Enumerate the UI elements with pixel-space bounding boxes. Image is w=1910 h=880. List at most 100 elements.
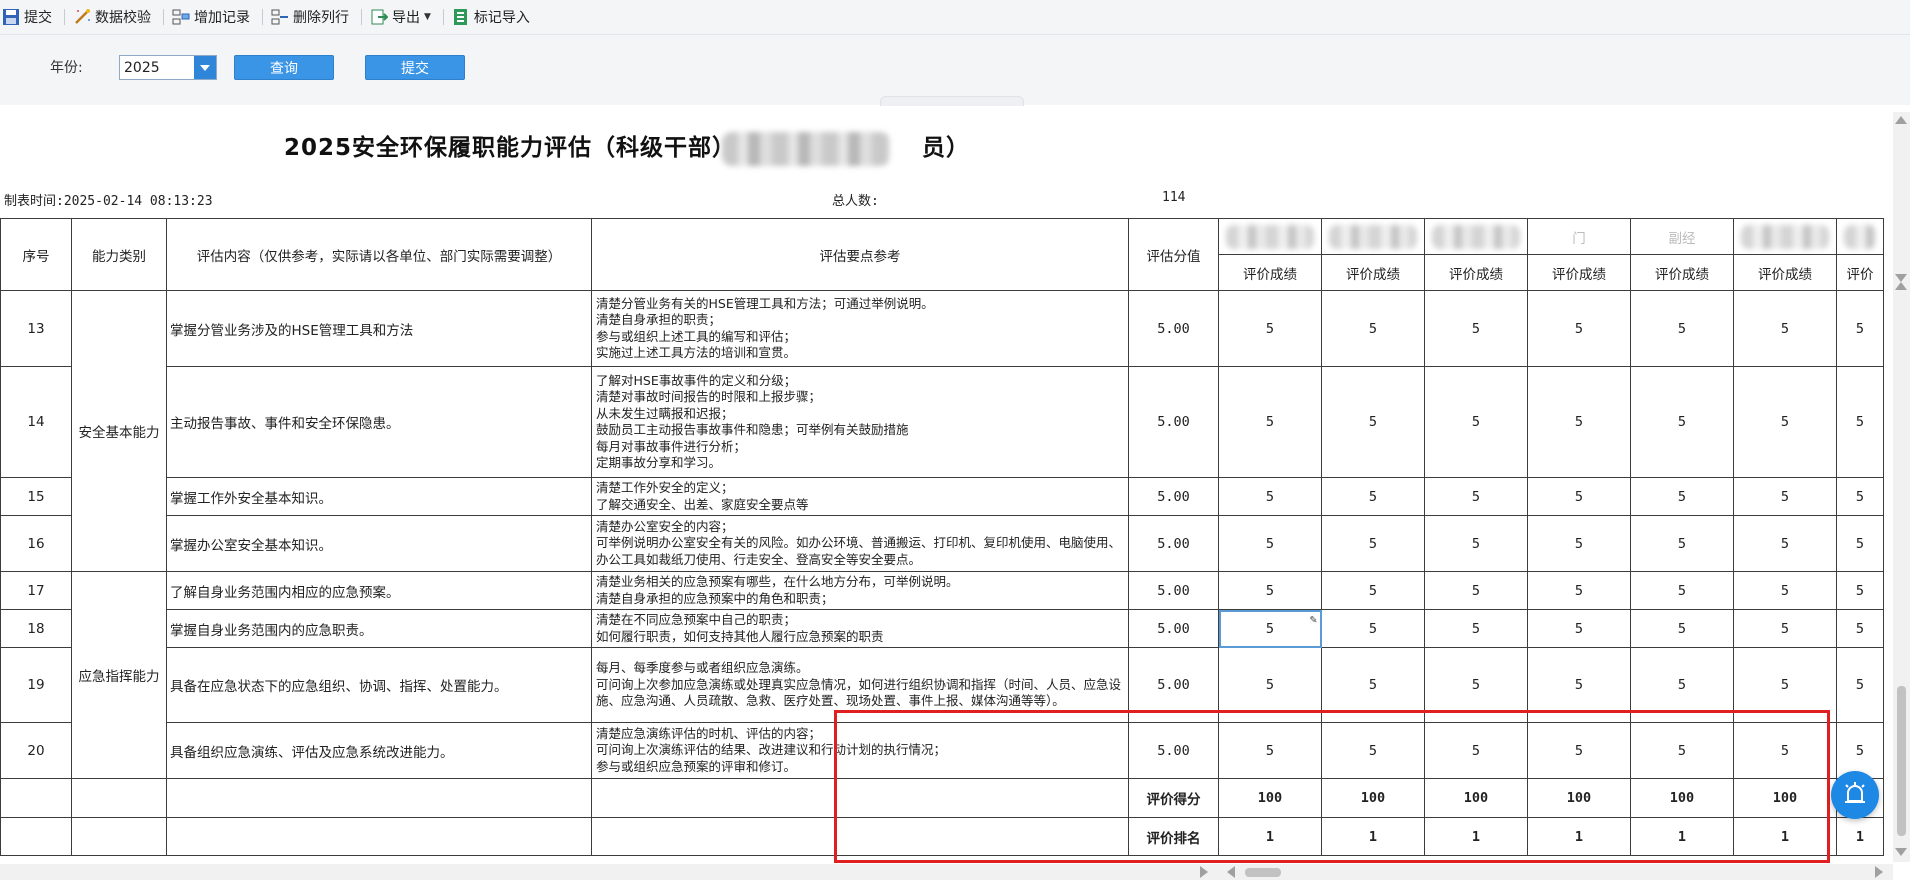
grade-cell[interactable]: 5: [1630, 571, 1734, 610]
horizontal-scrollbar-right[interactable]: [1215, 864, 1893, 880]
grade-cell[interactable]: 5: [1630, 366, 1734, 478]
toolbar-divider: [163, 9, 164, 25]
grade-cell[interactable]: 5: [1321, 609, 1425, 648]
grade-cell[interactable]: 5: [1218, 366, 1322, 478]
query-button[interactable]: 查询: [234, 55, 334, 80]
collapse-handle[interactable]: [880, 96, 1024, 106]
grade-cell[interactable]: 5: [1630, 477, 1734, 516]
grade-cell[interactable]: 5: [1424, 477, 1528, 516]
scroll-right-icon[interactable]: [1200, 866, 1208, 878]
mark-import-button[interactable]: 标记导入: [450, 0, 536, 34]
grade-cell[interactable]: 5: [1218, 290, 1322, 367]
grade-cell[interactable]: 5: [1630, 290, 1734, 367]
created-value: 2025-02-14 08:13:23: [63, 194, 213, 209]
scroll-left-icon[interactable]: [1227, 866, 1235, 878]
empty-cell: [71, 817, 167, 856]
grade-cell[interactable]: 5: [1527, 515, 1631, 572]
pencil-icon[interactable]: ✎: [1310, 612, 1317, 626]
summary-score-label: 评价得分: [1128, 778, 1219, 818]
grade-cell[interactable]: 5: [1424, 366, 1528, 478]
table-row: 20 具备组织应急演练、评估及应急系统改进能力。 清楚应急演练评估的时机、评估的…: [0, 722, 1884, 779]
grade-cell[interactable]: 5: [1218, 571, 1322, 610]
scrollbar-thumb[interactable]: [1245, 868, 1281, 877]
submit-tool-button[interactable]: 提交: [0, 0, 58, 34]
grade-cell[interactable]: 5: [1733, 290, 1837, 367]
grade-cell[interactable]: 5: [1321, 366, 1425, 478]
year-select[interactable]: 2025: [119, 55, 217, 80]
grade-cell[interactable]: 5: [1218, 722, 1322, 779]
grade-cell[interactable]: 5: [1424, 722, 1528, 779]
add-record-label: 增加记录: [194, 10, 250, 26]
grade-cell[interactable]: 5: [1424, 515, 1528, 572]
grade-cell[interactable]: 5: [1836, 571, 1884, 610]
delete-row-button[interactable]: 删除列行: [269, 0, 355, 34]
grade-cell[interactable]: 5: [1527, 571, 1631, 610]
grade-cell[interactable]: 5: [1733, 722, 1837, 779]
grade-cell[interactable]: 5: [1527, 722, 1631, 779]
data-validate-button[interactable]: 数据校验: [71, 0, 157, 34]
scrollbar-thumb[interactable]: [1897, 686, 1906, 836]
grade-cell[interactable]: 5: [1630, 722, 1734, 779]
export-label: 导出: [392, 10, 420, 26]
grade-cell[interactable]: 5: [1527, 290, 1631, 367]
row-points: 每月、每季度参与或者组织应急演练。 可问询上次参加应急演练或处理真实应急情况，如…: [591, 647, 1129, 723]
grade-cell[interactable]: 5: [1424, 571, 1528, 610]
grade-cell[interactable]: 5: [1218, 477, 1322, 516]
chevron-down-icon[interactable]: [194, 56, 216, 79]
grade-cell[interactable]: 5: [1321, 571, 1425, 610]
grade-cell[interactable]: 5: [1527, 366, 1631, 478]
grade-cell[interactable]: 5: [1630, 515, 1734, 572]
horizontal-scrollbar-left[interactable]: [0, 864, 1215, 880]
toolbar-divider: [262, 9, 263, 25]
grade-cell[interactable]: 5: [1836, 366, 1884, 478]
grade-cell[interactable]: 5: [1218, 647, 1322, 723]
grade-cell[interactable]: 5: [1321, 290, 1425, 367]
grade-cell[interactable]: 5: [1630, 609, 1734, 648]
grade-cell[interactable]: 5: [1218, 515, 1322, 572]
grade-cell[interactable]: 5: [1836, 477, 1884, 516]
scroll-up-icon[interactable]: [1895, 282, 1907, 290]
submit-button[interactable]: 提交: [365, 55, 465, 80]
grade-cell[interactable]: 5: [1527, 609, 1631, 648]
grade-cell[interactable]: 5: [1424, 609, 1528, 648]
grade-cell[interactable]: 5: [1527, 647, 1631, 723]
grade-cell[interactable]: 5: [1733, 571, 1837, 610]
add-record-button[interactable]: 增加记录: [170, 0, 256, 34]
export-button[interactable]: 导出 ▼: [368, 0, 437, 34]
row-content: 掌握分管业务涉及的HSE管理工具和方法: [166, 290, 592, 367]
grade-cell[interactable]: 5: [1321, 515, 1425, 572]
grade-cell[interactable]: 5: [1733, 515, 1837, 572]
subheader-grade: 评价成绩: [1218, 254, 1322, 291]
row-seq: 17: [0, 571, 72, 610]
created-label: 制表时间:: [4, 194, 64, 209]
scroll-right-icon[interactable]: [1875, 866, 1883, 878]
grade-cell[interactable]: 5: [1836, 609, 1884, 648]
grade-cell[interactable]: 5: [1321, 477, 1425, 516]
grade-cell[interactable]: 5: [1733, 366, 1837, 478]
scroll-down-icon[interactable]: [1895, 848, 1907, 856]
grade-cell[interactable]: 5: [1630, 647, 1734, 723]
header-content: 评估内容（仅供参考，实际请以各单位、部门实际需要调整）: [166, 218, 592, 291]
report-title-prefix: 2025安全环保履职能力评估（科级干部）: [284, 135, 737, 161]
grade-cell[interactable]: 5: [1836, 515, 1884, 572]
vertical-scrollbar[interactable]: [1893, 112, 1910, 862]
grade-cell[interactable]: 5: [1836, 290, 1884, 367]
selected-grade-cell[interactable]: 5 ✎: [1218, 609, 1322, 648]
grade-cell[interactable]: 5: [1527, 477, 1631, 516]
grade-cell[interactable]: 5: [1733, 647, 1837, 723]
table-row: 14 主动报告事故、事件和安全环保隐患。 了解对HSE事故事件的定义和分级； 清…: [0, 366, 1884, 478]
delete-row-label: 删除列行: [293, 10, 349, 26]
grade-cell[interactable]: 5: [1836, 647, 1884, 723]
grade-cell[interactable]: 5: [1321, 647, 1425, 723]
scroll-up-icon[interactable]: [1895, 116, 1907, 124]
alarm-icon: [1845, 782, 1865, 803]
grade-cell[interactable]: 5: [1424, 647, 1528, 723]
mark-import-label: 标记导入: [473, 10, 530, 26]
scroll-down-icon[interactable]: [1895, 274, 1907, 282]
row-seq: 16: [0, 515, 72, 572]
alarm-float-button[interactable]: [1831, 771, 1879, 819]
grade-cell[interactable]: 5: [1321, 722, 1425, 779]
grade-cell[interactable]: 5: [1733, 477, 1837, 516]
grade-cell[interactable]: 5: [1733, 609, 1837, 648]
grade-cell[interactable]: 5: [1424, 290, 1528, 367]
